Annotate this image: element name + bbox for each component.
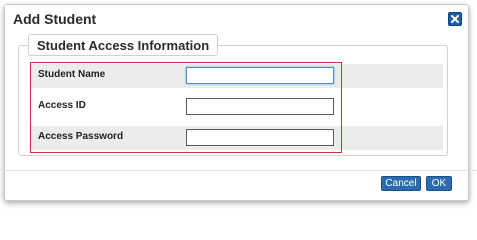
footer-divider — [0, 170, 477, 171]
student-name-label: Student Name — [38, 69, 106, 80]
access-id-input[interactable] — [186, 98, 334, 115]
close-icon — [451, 15, 459, 23]
student-name-input[interactable] — [186, 67, 334, 84]
cancel-button[interactable]: Cancel — [381, 176, 421, 191]
section-legend: Student Access Information — [28, 34, 219, 56]
field-row-student-name: Student Name — [30, 64, 443, 88]
close-button[interactable] — [448, 12, 462, 26]
access-password-label: Access Password — [38, 131, 124, 142]
dialog-titlebar: Add Student — [5, 5, 468, 32]
access-id-label: Access ID — [38, 100, 86, 111]
ok-button[interactable]: OK — [426, 176, 452, 191]
field-row-access-id: Access ID — [30, 95, 443, 119]
field-row-access-password: Access Password — [30, 126, 443, 150]
access-password-input[interactable] — [186, 129, 334, 146]
dialog-title: Add Student — [13, 11, 97, 27]
